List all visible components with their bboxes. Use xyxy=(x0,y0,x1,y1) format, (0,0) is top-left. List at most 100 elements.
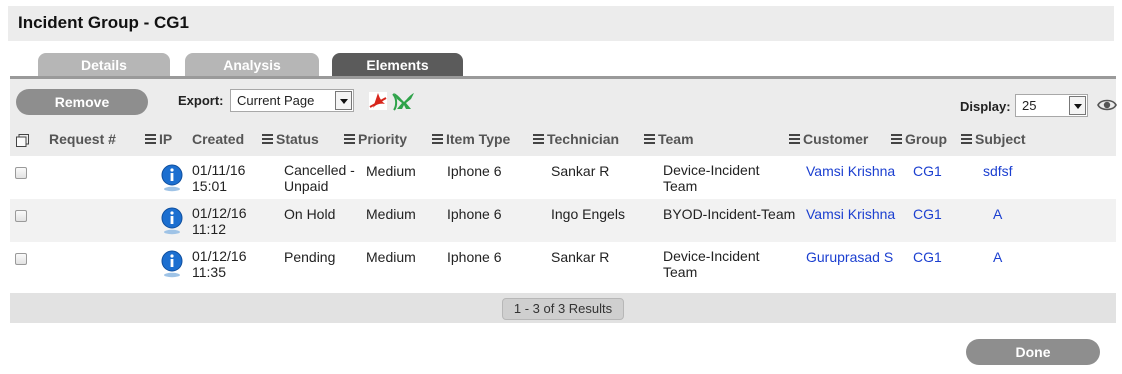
cell-status-line1: Cancelled - xyxy=(284,162,355,178)
results-count: 1 - 3 of 3 Results xyxy=(502,298,624,320)
cell-group-link[interactable]: CG1 xyxy=(913,163,942,179)
column-menu-icon[interactable] xyxy=(533,134,544,144)
column-header-item-type-label: Item Type xyxy=(446,131,511,147)
cell-priority: Medium xyxy=(366,249,416,265)
column-header-group[interactable]: Group xyxy=(891,131,947,147)
pdf-icon[interactable] xyxy=(367,90,389,112)
cell-team: Device-Incident Team xyxy=(663,162,760,194)
export-select-value: Current Page xyxy=(237,93,315,108)
cell-created-time: 11:35 xyxy=(192,264,226,280)
tab-analysis[interactable]: Analysis xyxy=(185,53,319,77)
cell-created-date: 01/12/16 xyxy=(192,248,247,264)
column-menu-icon[interactable] xyxy=(262,134,273,144)
column-header-customer[interactable]: Customer xyxy=(789,131,868,147)
column-header-ip-label: IP xyxy=(159,131,173,147)
cell-priority: Medium xyxy=(366,206,416,222)
export-select[interactable]: Current Page xyxy=(230,89,354,112)
cell-group-link[interactable]: CG1 xyxy=(913,249,942,265)
select-all-checkbox-icon[interactable] xyxy=(16,134,29,147)
column-menu-icon[interactable] xyxy=(961,134,972,144)
column-menu-icon[interactable] xyxy=(644,134,655,144)
cell-team: BYOD-Incident-Team xyxy=(663,206,796,222)
grid-toolbar: Remove Export: Current Page Display: 25 xyxy=(10,79,1117,123)
cell-created-date: 01/12/16 xyxy=(192,205,247,221)
cell-technician: Sankar R xyxy=(551,249,610,265)
cell-created: 01/12/16 11:35 xyxy=(192,248,247,280)
column-header-request-number[interactable]: Request # xyxy=(49,131,116,147)
column-header-team[interactable]: Team xyxy=(644,131,694,147)
column-header-subject-label: Subject xyxy=(975,131,1026,147)
cell-subject-link[interactable]: A xyxy=(993,206,1002,222)
cell-team-line2: Team xyxy=(663,264,698,280)
row-checkbox[interactable] xyxy=(15,210,27,222)
cell-customer-link[interactable]: Guruprasad S xyxy=(806,249,893,265)
column-header-ip[interactable]: IP xyxy=(145,131,172,147)
cell-team: Device-Incident Team xyxy=(663,248,760,280)
cell-technician: Sankar R xyxy=(551,163,610,179)
info-icon xyxy=(161,250,183,278)
column-menu-icon[interactable] xyxy=(891,134,902,144)
cell-status: Cancelled - Unpaid xyxy=(284,162,355,194)
column-menu-icon[interactable] xyxy=(789,134,800,144)
column-header-status[interactable]: Status xyxy=(262,131,319,147)
column-header-technician-label: Technician xyxy=(547,131,620,147)
remove-button[interactable]: Remove xyxy=(16,89,148,115)
cell-team-line1: Device-Incident xyxy=(663,248,760,264)
chevron-down-icon xyxy=(335,91,352,110)
cell-item-type: Iphone 6 xyxy=(447,249,502,265)
cell-status: Pending xyxy=(284,249,336,265)
table-row[interactable]: 01/12/16 11:35 Pending Medium Iphone 6 Sa… xyxy=(10,242,1116,285)
export-label: Export: xyxy=(178,93,224,108)
cell-created-time: 11:12 xyxy=(192,221,226,237)
cell-created: 01/12/16 11:12 xyxy=(192,205,247,237)
info-icon xyxy=(161,207,183,235)
cell-item-type: Iphone 6 xyxy=(447,206,502,222)
cell-customer-link[interactable]: Vamsi Krishna xyxy=(806,163,895,179)
cell-technician: Ingo Engels xyxy=(551,206,625,222)
column-menu-icon[interactable] xyxy=(344,134,355,144)
cell-customer-link[interactable]: Vamsi Krishna xyxy=(806,206,895,222)
column-header-team-label: Team xyxy=(658,131,694,147)
grid-footer: 1 - 3 of 3 Results xyxy=(10,293,1116,323)
table-row[interactable]: 01/12/16 11:12 On Hold Medium Iphone 6 In… xyxy=(10,199,1116,242)
cell-created: 01/11/16 15:01 xyxy=(192,162,245,194)
table-row[interactable]: 01/11/16 15:01 Cancelled - Unpaid Medium I… xyxy=(10,156,1116,199)
column-header-customer-label: Customer xyxy=(803,131,869,147)
cell-status: On Hold xyxy=(284,206,336,222)
done-button[interactable]: Done xyxy=(966,339,1100,365)
column-header-priority[interactable]: Priority xyxy=(344,131,407,147)
display-count-select[interactable]: 25 xyxy=(1015,94,1088,117)
cell-subject-link[interactable]: sdfsf xyxy=(983,163,1013,179)
chevron-down-icon xyxy=(1069,96,1086,115)
info-icon xyxy=(161,164,183,192)
grid-header-row: Request # IP Created Status Priority Ite… xyxy=(10,123,1116,156)
cell-team-line1: Device-Incident xyxy=(663,162,760,178)
page-title-bar: Incident Group - CG1 xyxy=(8,6,1114,41)
cell-priority: Medium xyxy=(366,163,416,179)
column-header-technician[interactable]: Technician xyxy=(533,131,619,147)
column-menu-icon[interactable] xyxy=(145,134,156,144)
column-header-created[interactable]: Created xyxy=(192,131,244,147)
cell-team-line2: Team xyxy=(663,178,698,194)
cell-created-date: 01/11/16 xyxy=(192,162,246,178)
column-header-item-type[interactable]: Item Type xyxy=(432,131,510,147)
tab-elements[interactable]: Elements xyxy=(332,53,463,77)
display-label: Display: xyxy=(960,99,1011,114)
excel-icon[interactable] xyxy=(391,90,417,112)
page-title: Incident Group - CG1 xyxy=(18,13,189,32)
column-menu-icon[interactable] xyxy=(432,134,443,144)
cell-created-time: 15:01 xyxy=(192,178,228,194)
column-header-subject[interactable]: Subject xyxy=(961,131,1026,147)
cell-group-link[interactable]: CG1 xyxy=(913,206,942,222)
tab-details[interactable]: Details xyxy=(38,53,170,77)
display-count-value: 25 xyxy=(1022,98,1037,113)
row-checkbox[interactable] xyxy=(15,253,27,265)
column-header-group-label: Group xyxy=(905,131,947,147)
cell-item-type: Iphone 6 xyxy=(447,163,502,179)
column-header-priority-label: Priority xyxy=(358,131,408,147)
cell-status-line2: Unpaid xyxy=(284,178,329,194)
row-checkbox[interactable] xyxy=(15,167,27,179)
column-header-status-label: Status xyxy=(276,131,319,147)
cell-subject-link[interactable]: A xyxy=(993,249,1002,265)
eye-icon[interactable] xyxy=(1097,97,1117,113)
